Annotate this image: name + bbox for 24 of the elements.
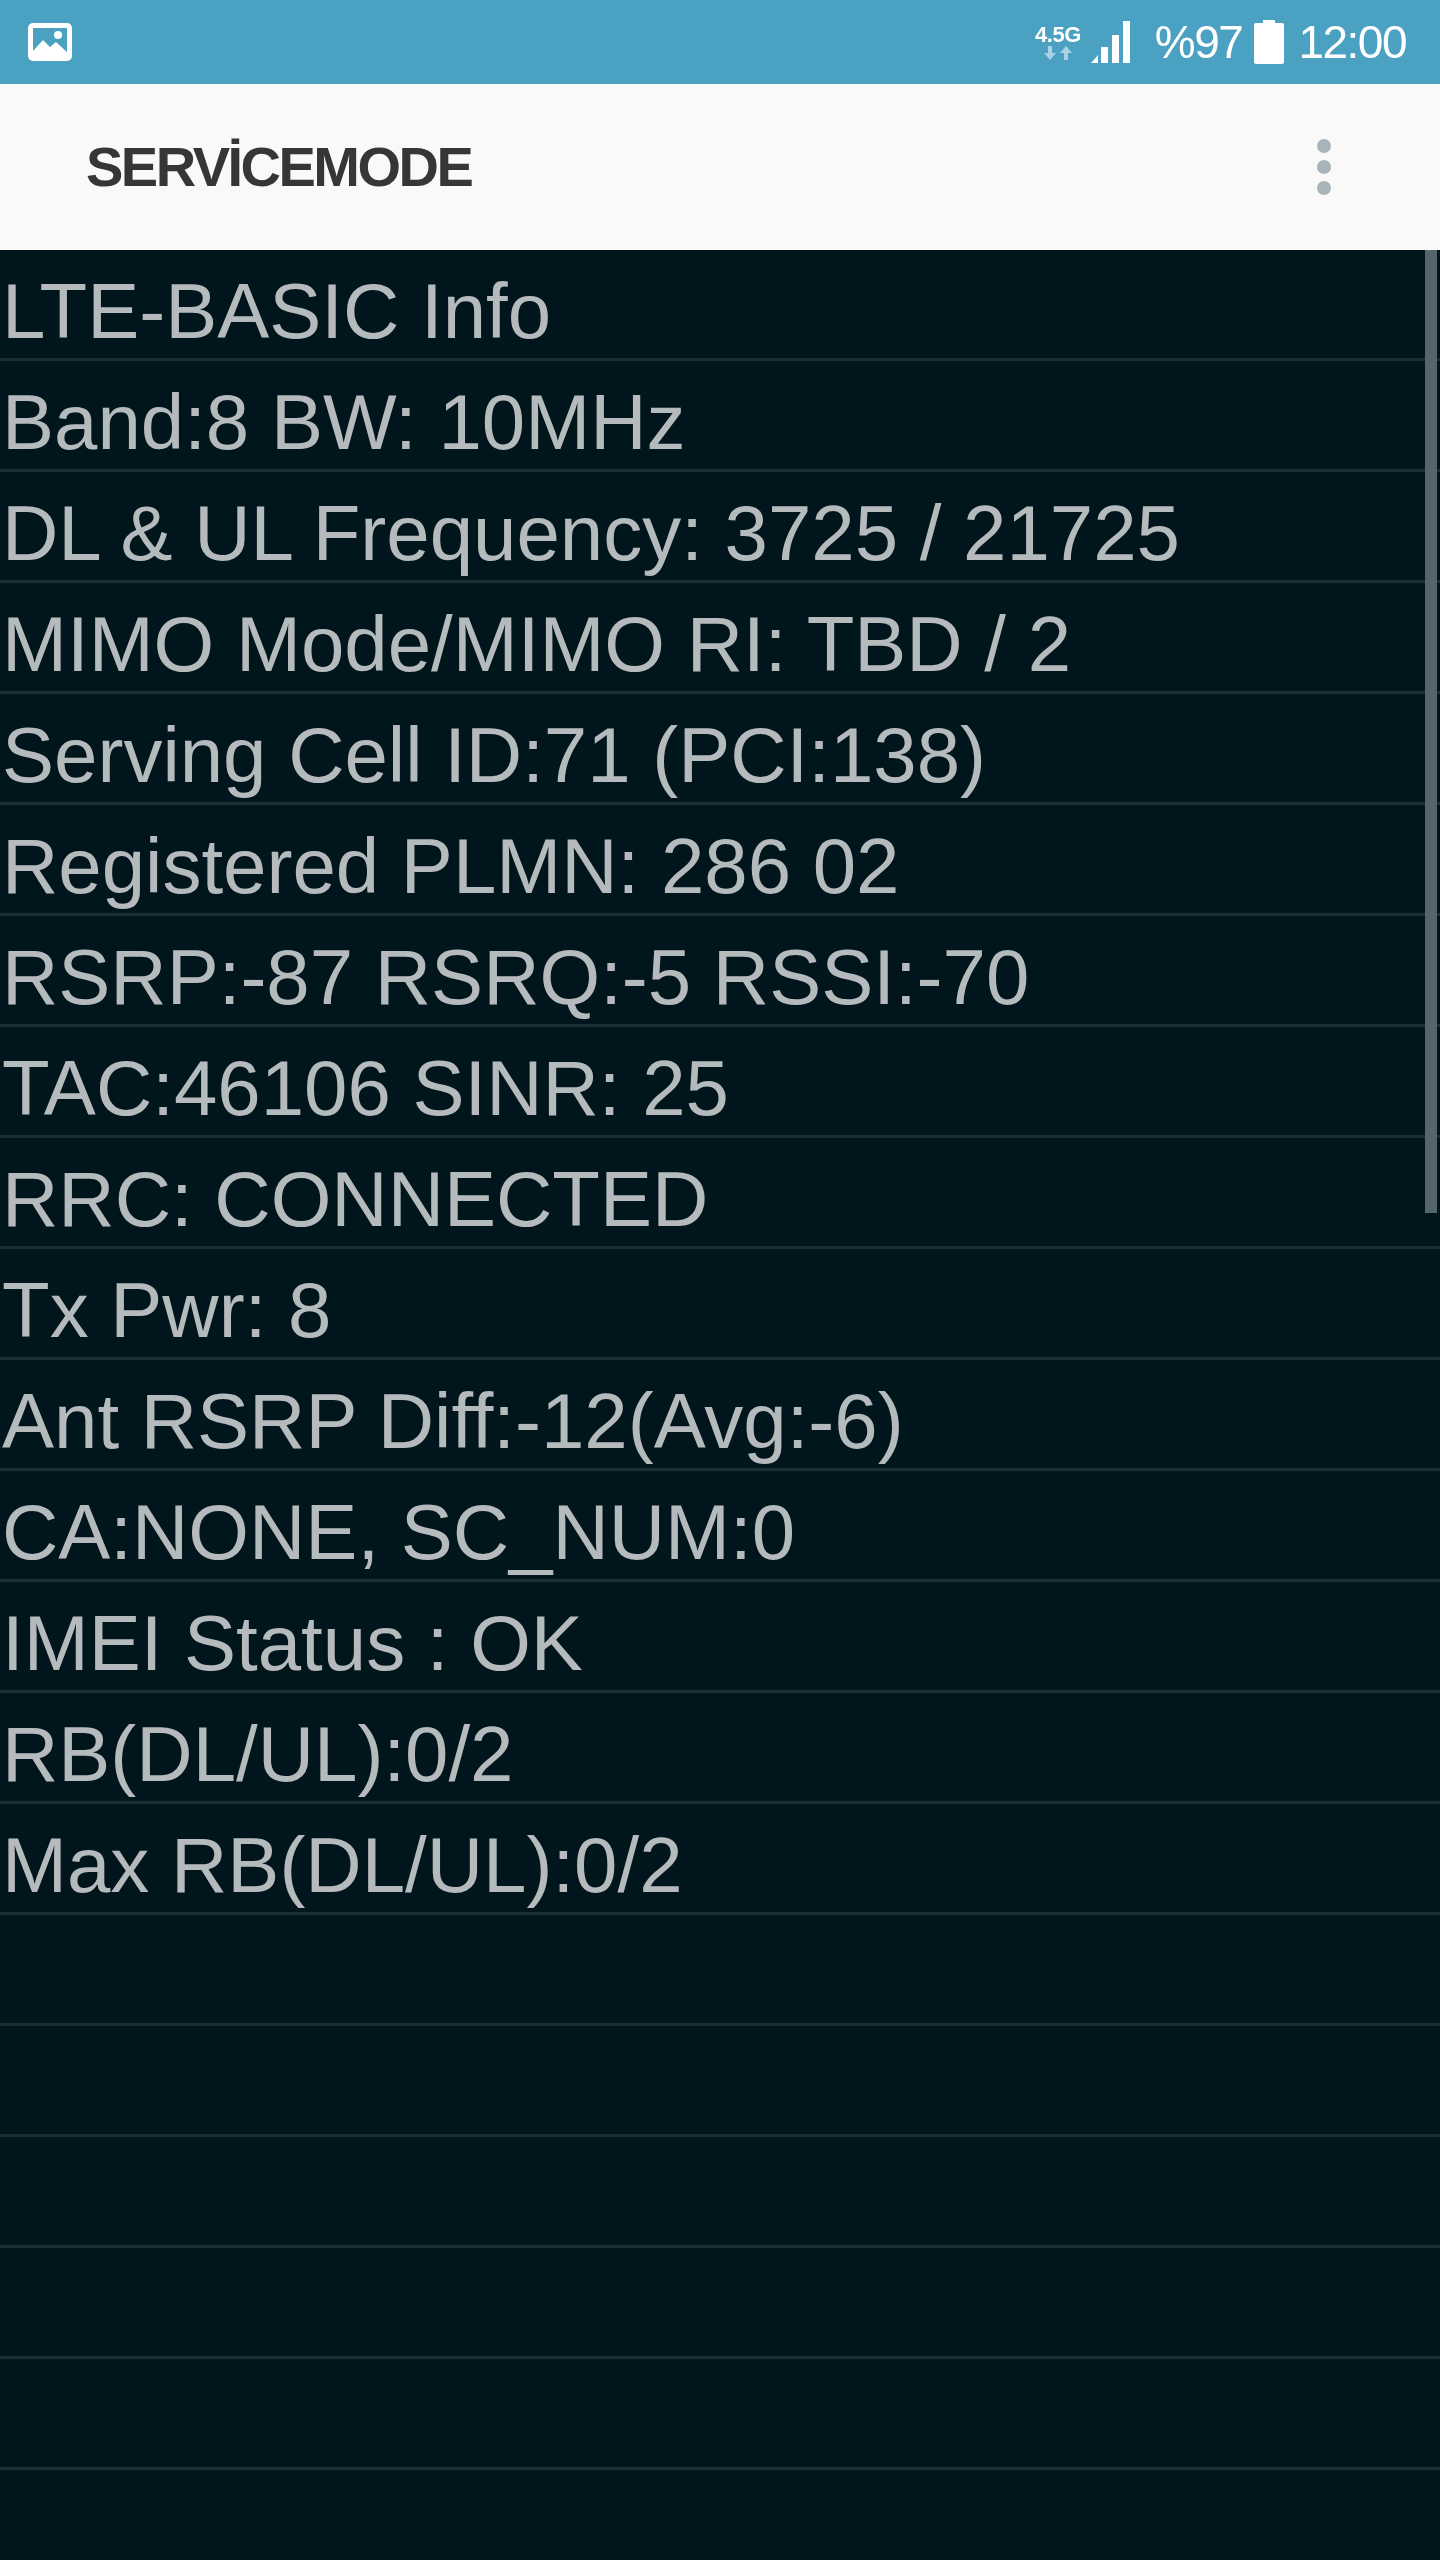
info-text: Registered PLMN: 286 02 <box>1 821 900 911</box>
image-icon <box>28 23 72 61</box>
info-text: DL & UL Frequency: 3725 / 21725 <box>1 488 1180 578</box>
info-text: TAC:46106 SINR: 25 <box>1 1043 729 1133</box>
battery-percent: %97 <box>1154 15 1243 70</box>
info-text: RSRP:-87 RSRQ:-5 RSSI:-70 <box>1 932 1030 1022</box>
battery-icon <box>1254 20 1285 64</box>
info-text: MIMO Mode/MIMO RI: TBD / 2 <box>1 599 1072 689</box>
clock-time: 12:00 <box>1298 15 1406 70</box>
more-options-icon[interactable] <box>1316 138 1332 196</box>
info-text: Serving Cell ID:71 (PCI:138) <box>1 710 987 800</box>
info-text: RRC: CONNECTED <box>1 1154 709 1244</box>
data-arrows-icon <box>1043 46 1072 60</box>
info-text: Ant RSRP Diff:-12(Avg:-6) <box>1 1376 904 1466</box>
info-text: Max RB(DL/UL):0/2 <box>1 1820 683 1910</box>
info-text: RB(DL/UL):0/2 <box>1 1709 514 1799</box>
info-text: LTE-BASIC Info <box>1 266 552 356</box>
info-text: Band:8 BW: 10MHz <box>1 377 686 467</box>
info-text: IMEI Status : OK <box>1 1598 583 1688</box>
info-text: Tx Pwr: 8 <box>1 1265 332 1355</box>
signal-icon <box>1090 21 1133 63</box>
network-type-label: 4.5G <box>1035 24 1081 46</box>
info-text: CA:NONE, SC_NUM:0 <box>1 1487 796 1577</box>
app-title: SERVİCEMODE <box>86 134 472 200</box>
